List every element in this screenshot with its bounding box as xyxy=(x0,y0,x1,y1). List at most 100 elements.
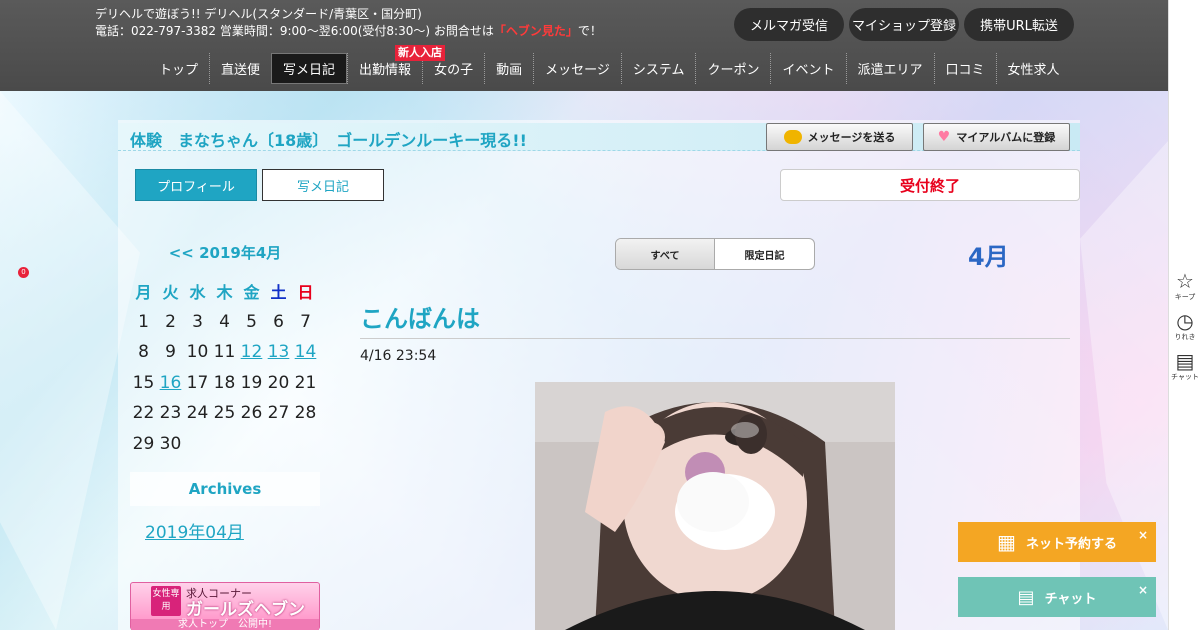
reservation-status: 受付終了 xyxy=(780,169,1080,201)
calendar-day: 30 xyxy=(159,433,182,454)
mailmag-button[interactable]: メルマガ受信 xyxy=(734,8,844,41)
calendar-week: 15 16 17 18 19 20 21 xyxy=(130,368,320,399)
calendar-day-link[interactable]: 16 xyxy=(157,373,184,393)
clock-icon: ◷ xyxy=(1176,309,1194,333)
calendar-day: 28 xyxy=(294,403,317,424)
calendar-day: 23 xyxy=(159,403,182,424)
calendar-day: 3 xyxy=(192,311,203,332)
girls-heaven-banner[interactable]: 女性専用 求人コーナー ガールズヘブン 求人トップ 公開中! xyxy=(130,582,320,630)
banner-title: ガールズヘブン xyxy=(186,600,305,620)
tab-profile[interactable]: プロフィール xyxy=(135,169,257,201)
keep-button[interactable]: ☆ キープ xyxy=(1169,270,1200,302)
calendar-day: 18 xyxy=(213,372,236,393)
calendar-day: 9 xyxy=(165,342,176,363)
nav-area[interactable]: 派遣エリア xyxy=(845,53,934,84)
calendar-day-link[interactable]: 14 xyxy=(292,342,319,362)
speech-bubble-icon xyxy=(783,130,802,144)
new-girl-badge: 新人入店 xyxy=(395,45,445,61)
shop-info: デリヘルで遊ぼう!! デリヘル(スタンダード/青葉区・国分町) 電話：022-7… xyxy=(95,6,602,40)
weekday-tue: 火 xyxy=(162,283,179,303)
myshop-register-button[interactable]: マイショップ登録 xyxy=(849,8,959,41)
calendar-icon: ▦ xyxy=(997,530,1016,554)
chat-bubble-icon: ▤ xyxy=(1017,586,1035,608)
weekday-thu: 木 xyxy=(216,283,233,303)
post-photo[interactable] xyxy=(535,382,895,630)
filter-all-button[interactable]: すべて xyxy=(616,239,715,269)
shop-contact: 電話：022-797-3382 営業時間：9:00～翌6:00(受付8:30～)… xyxy=(95,24,602,38)
calendar-day: 26 xyxy=(240,403,263,424)
calendar-grid: 月 火 水 木 金 土 日 1 2 3 4 5 6 7 8 9 10 11 12… xyxy=(130,276,320,459)
calendar-day: 25 xyxy=(213,403,236,424)
nav-top[interactable]: トップ xyxy=(148,53,209,84)
add-album-button[interactable]: ♥ マイアルバムに登録 xyxy=(923,123,1070,151)
post-photo-image xyxy=(535,382,895,630)
chat-side-button[interactable]: ▤ チャット xyxy=(1169,350,1200,382)
calendar-week: 1 2 3 4 5 6 7 xyxy=(130,307,320,338)
calendar-day-link[interactable]: 12 xyxy=(238,342,265,362)
main-nav: トップ 直送便 写メ日記 出勤情報 女の子 動画 メッセージ システム クーポン… xyxy=(148,53,1071,84)
nav-system[interactable]: システム xyxy=(620,53,696,84)
heart-icon: ♥ xyxy=(937,129,951,145)
calendar-week: 29 30 xyxy=(130,429,320,460)
calendar-day: 5 xyxy=(246,311,257,332)
nav-direct[interactable]: 直送便 xyxy=(209,53,271,84)
nav-photo-diary[interactable]: 写メ日記 xyxy=(271,53,348,84)
calendar-day: 22 xyxy=(132,403,155,424)
send-message-button[interactable]: メッセージを送る xyxy=(766,123,913,151)
weekday-mon: 月 xyxy=(135,283,152,303)
calendar-day: 21 xyxy=(294,372,317,393)
banner-footer: 求人トップ 公開中! xyxy=(131,619,319,630)
calendar-day: 24 xyxy=(186,403,209,424)
site-header: デリヘルで遊ぼう!! デリヘル(スタンダード/青葉区・国分町) 電話：022-7… xyxy=(0,0,1168,91)
nav-coupon[interactable]: クーポン xyxy=(695,53,770,84)
calendar-week: 22 23 24 25 26 27 28 xyxy=(130,398,320,429)
calendar-day: 19 xyxy=(240,372,263,393)
divider xyxy=(360,338,1070,339)
calendar: << 2019年4月 月 火 水 木 金 土 日 1 2 3 4 5 6 7 8… xyxy=(130,234,320,464)
keep-count-badge: 0 xyxy=(18,267,29,278)
calendar-day: 15 xyxy=(132,372,155,393)
close-icon[interactable]: × xyxy=(1138,528,1148,542)
nav-event[interactable]: イベント xyxy=(770,53,845,84)
star-icon: ☆ xyxy=(1176,269,1194,293)
women-only-tag: 女性専用 xyxy=(151,586,181,616)
heaven-keyword: 「ヘブン見た」 xyxy=(493,24,578,38)
calendar-day: 17 xyxy=(186,372,209,393)
weekday-wed: 水 xyxy=(189,283,206,303)
calendar-day: 20 xyxy=(267,372,290,393)
weekday-sun: 日 xyxy=(297,283,314,303)
calendar-day-link[interactable]: 13 xyxy=(265,342,292,362)
archives-heading: Archives xyxy=(130,472,320,506)
nav-message[interactable]: メッセージ xyxy=(533,53,621,84)
history-button[interactable]: ◷ りれき xyxy=(1169,310,1200,342)
profile-title: 体験 まなちゃん〔18歳〕 ゴールデンルーキー現る!! xyxy=(130,131,527,150)
calendar-day: 11 xyxy=(213,342,236,363)
calendar-day: 2 xyxy=(165,311,176,332)
archive-link[interactable]: 2019年04月 xyxy=(145,518,244,543)
chat-icon: ▤ xyxy=(1175,349,1195,373)
nav-reviews[interactable]: 口コミ xyxy=(933,53,996,84)
close-icon[interactable]: × xyxy=(1138,583,1148,597)
post-date: 4/16 23:54 xyxy=(360,348,437,364)
mobile-url-button[interactable]: 携帯URL転送 xyxy=(964,8,1074,41)
net-reserve-button[interactable]: ▦ ネット予約する × xyxy=(958,522,1156,562)
calendar-week: 8 9 10 11 12 13 14 xyxy=(130,337,320,368)
calendar-header[interactable]: << 2019年4月 xyxy=(130,242,320,263)
calendar-day: 8 xyxy=(138,342,149,363)
calendar-day: 7 xyxy=(300,311,311,332)
nav-recruit[interactable]: 女性求人 xyxy=(995,53,1071,84)
calendar-day: 27 xyxy=(267,403,290,424)
post-title: こんばんは xyxy=(360,305,480,333)
nav-video[interactable]: 動画 xyxy=(484,53,533,84)
shop-tagline: デリヘルで遊ぼう!! デリヘル(スタンダード/青葉区・国分町) xyxy=(95,7,422,21)
weekday-fri: 金 xyxy=(243,283,260,303)
weekday-sat: 土 xyxy=(270,283,287,303)
calendar-day: 10 xyxy=(186,342,209,363)
calendar-day: 4 xyxy=(219,311,230,332)
diary-filter: すべて 限定日記 xyxy=(615,238,815,270)
calendar-weekday-row: 月 火 水 木 金 土 日 xyxy=(130,276,320,307)
month-label: 4月 xyxy=(968,243,1009,271)
filter-limited-button[interactable]: 限定日記 xyxy=(715,239,814,269)
tab-photo-diary[interactable]: 写メ日記 xyxy=(262,169,384,201)
chat-button[interactable]: ▤ チャット × xyxy=(958,577,1156,617)
